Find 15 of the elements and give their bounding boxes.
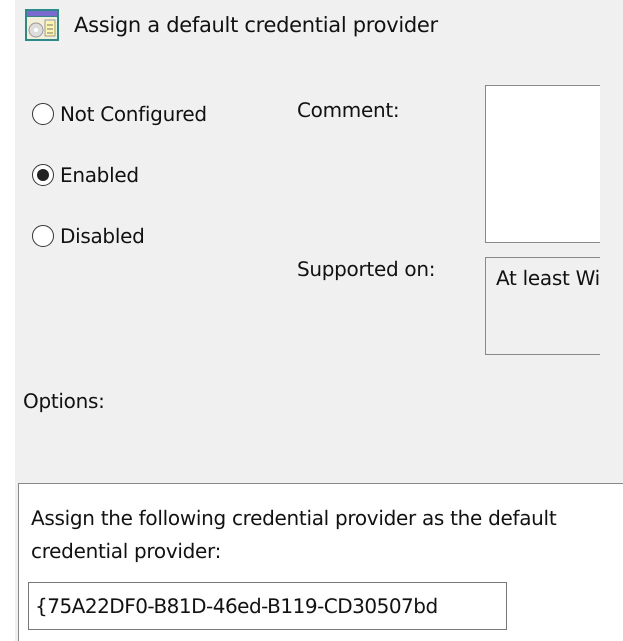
- window-title: Assign a default credential provider: [74, 13, 438, 37]
- radio-label[interactable]: Not Configured: [60, 102, 207, 126]
- policy-settings-icon: [24, 7, 60, 43]
- supported-on-field: At least Wi: [485, 257, 600, 355]
- radio-label[interactable]: Disabled: [60, 224, 144, 248]
- comment-field[interactable]: [485, 85, 600, 243]
- supported-on-label: Supported on:: [297, 257, 436, 283]
- radio-button[interactable]: [32, 103, 54, 125]
- radio-label[interactable]: Enabled: [60, 163, 139, 187]
- comment-label: Comment:: [297, 98, 400, 124]
- radio-button[interactable]: [32, 225, 54, 247]
- radio-button[interactable]: [32, 164, 54, 186]
- option-description: Assign the following credential provider as the default credential provider:: [31, 505, 558, 565]
- options-label: Options:: [22, 389, 106, 413]
- credential-provider-field[interactable]: {75A22DF0-B81D-46ed-B119-CD30507bd: [28, 582, 507, 630]
